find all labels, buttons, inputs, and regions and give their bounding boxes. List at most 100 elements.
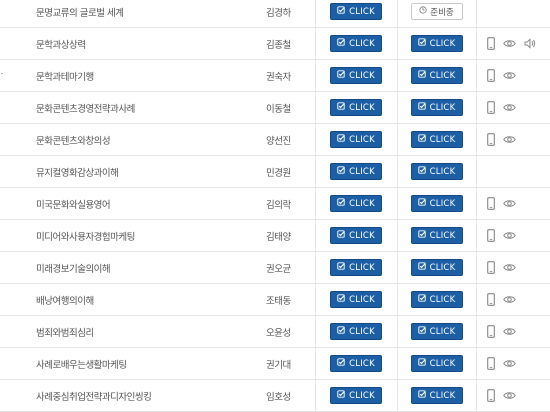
lecture-click-button-2[interactable]: CLICK	[410, 67, 463, 84]
lecture-cell-1: CLICK	[314, 315, 397, 348]
course-title[interactable]: 범죄와범죄심리	[0, 315, 256, 348]
professor-name: 임호성	[256, 379, 315, 412]
checkbox-icon	[337, 358, 345, 369]
lecture-click-button-1[interactable]: CLICK	[330, 387, 382, 404]
device-icons-cell	[476, 315, 550, 348]
lecture-cell-1: CLICK	[314, 123, 397, 156]
table-row: 문학과테마기행 권숙자 CLICK CLICK	[0, 59, 550, 92]
lecture-click-button-2[interactable]: CLICK	[410, 323, 463, 340]
lecture-click-button-2[interactable]: CLICK	[410, 355, 463, 372]
mobile-phone-icon[interactable]	[486, 261, 495, 274]
course-title[interactable]: 미디어와사용자경험마케팅	[0, 219, 256, 252]
course-title[interactable]: 뮤지컬영화감상과이해	[0, 155, 256, 188]
mobile-phone-icon[interactable]	[486, 389, 495, 402]
checkbox-icon	[337, 198, 345, 209]
lecture-cell-2: CLICK	[396, 251, 477, 284]
eye-icon[interactable]	[502, 295, 516, 304]
eye-icon[interactable]	[502, 199, 516, 208]
eye-icon[interactable]	[502, 103, 516, 112]
device-icons-cell	[476, 91, 550, 124]
lecture-cell-2: CLICK	[396, 283, 477, 316]
lecture-click-button-1[interactable]: CLICK	[330, 163, 382, 180]
eye-icon[interactable]	[502, 39, 516, 48]
eye-icon[interactable]	[502, 135, 516, 144]
eye-icon[interactable]	[502, 359, 516, 368]
device-icons-cell	[476, 347, 550, 380]
course-title[interactable]: 미국문화와실용영어	[0, 187, 256, 220]
device-icons-cell	[476, 187, 550, 220]
table-row: 문화콘텐츠와창의성 양선진 CLICK CLICK	[0, 123, 550, 156]
mobile-phone-icon[interactable]	[486, 37, 495, 50]
lecture-click-button-1[interactable]: CLICK	[330, 131, 382, 148]
checkbox-icon	[337, 230, 345, 241]
table-row: 뮤지컬영화감상과이해 민경원 CLICK CLICK	[0, 155, 550, 188]
course-list-table: 문명교류의 글로벌 세계 김경하 CLICK 준비중 문학과상상력 김종철 CLICK CLI…	[0, 0, 550, 412]
lecture-cell-1: CLICK	[314, 251, 397, 284]
mobile-phone-icon[interactable]	[486, 357, 495, 370]
checkbox-icon	[337, 166, 345, 177]
lecture-click-button-2[interactable]: CLICK	[410, 35, 463, 52]
eye-icon[interactable]	[502, 263, 516, 272]
lecture-click-button-1[interactable]: CLICK	[330, 67, 382, 84]
checkbox-icon	[417, 166, 426, 177]
course-title[interactable]: 문명교류의 글로벌 세계	[0, 0, 256, 28]
table-row: 문화콘텐츠경영전략과사례 이동철 CLICK CLICK	[0, 91, 550, 124]
course-title[interactable]: 배낭여행의이해	[0, 283, 256, 316]
device-icons-cell	[476, 155, 550, 188]
course-title[interactable]: 사례중심취업전략과디자인씽킹	[0, 379, 256, 412]
professor-name: 양선진	[256, 123, 315, 156]
lecture-click-button-2[interactable]: CLICK	[410, 163, 463, 180]
mobile-phone-icon[interactable]	[486, 325, 495, 338]
mobile-phone-icon[interactable]	[486, 293, 495, 306]
professor-name: 권숙자	[256, 59, 315, 92]
lecture-cell-1: CLICK	[314, 379, 397, 412]
lecture-click-button-2[interactable]: CLICK	[410, 387, 463, 404]
lecture-click-button-2[interactable]: CLICK	[410, 131, 463, 148]
checkbox-icon	[417, 198, 426, 209]
mobile-phone-icon[interactable]	[486, 197, 495, 210]
lecture-click-button-1[interactable]: CLICK	[330, 291, 382, 308]
mobile-phone-icon[interactable]	[486, 229, 495, 242]
lecture-click-button-1[interactable]: CLICK	[330, 323, 382, 340]
checkbox-icon	[337, 6, 345, 17]
device-icons-cell	[476, 379, 550, 412]
lecture-cell-1: CLICK	[314, 91, 397, 124]
professor-name: 김의락	[256, 187, 315, 220]
lecture-click-button-2[interactable]: CLICK	[410, 195, 463, 212]
checkbox-icon	[337, 134, 345, 145]
lecture-click-button-2[interactable]: CLICK	[410, 227, 463, 244]
lecture-click-button-1[interactable]: CLICK	[330, 355, 382, 372]
course-title[interactable]: 문화콘텐츠와창의성	[0, 123, 256, 156]
device-icons-cell	[476, 0, 550, 28]
mobile-phone-icon[interactable]	[486, 69, 495, 82]
course-title[interactable]: 문학과상상력	[0, 27, 256, 60]
course-title[interactable]: 문학과테마기행	[0, 59, 256, 92]
table-row: 미디어와사용자경험마케팅 김태양 CLICK CLICK	[0, 219, 550, 252]
mobile-phone-icon[interactable]	[486, 101, 495, 114]
lecture-click-button-2[interactable]: CLICK	[410, 259, 463, 276]
course-title[interactable]: 사례로배우는생활마케팅	[0, 347, 256, 380]
lecture-cell-1: CLICK	[314, 0, 397, 28]
course-title[interactable]: 미래경보기술의이해	[0, 251, 256, 284]
device-icons-cell	[476, 59, 550, 92]
lecture-click-button-1[interactable]: CLICK	[330, 3, 382, 20]
table-row: 배낭여행의이해 조태동 CLICK CLICK	[0, 283, 550, 316]
eye-icon[interactable]	[502, 231, 516, 240]
lecture-click-button-1[interactable]: CLICK	[330, 227, 382, 244]
lecture-click-button-2[interactable]: CLICK	[410, 291, 463, 308]
speaker-icon[interactable]	[524, 38, 536, 49]
eye-icon[interactable]	[502, 327, 516, 336]
lecture-click-button-1[interactable]: CLICK	[330, 35, 382, 52]
lecture-click-button-2[interactable]: CLICK	[410, 99, 463, 116]
course-rows: 문명교류의 글로벌 세계 김경하 CLICK 준비중 문학과상상력 김종철 CLICK CLI…	[0, 0, 550, 412]
preparing-badge: 준비중	[410, 3, 463, 20]
eye-icon[interactable]	[502, 71, 516, 80]
mobile-phone-icon[interactable]	[486, 133, 495, 146]
lecture-click-button-1[interactable]: CLICK	[330, 195, 382, 212]
eye-icon[interactable]	[502, 391, 516, 400]
lecture-click-button-1[interactable]: CLICK	[330, 99, 382, 116]
lecture-cell-2: CLICK	[396, 59, 477, 92]
table-row: 미래경보기술의이해 권오균 CLICK CLICK	[0, 251, 550, 284]
lecture-click-button-1[interactable]: CLICK	[330, 259, 382, 276]
course-title[interactable]: 문화콘텐츠경영전략과사례	[0, 91, 256, 124]
